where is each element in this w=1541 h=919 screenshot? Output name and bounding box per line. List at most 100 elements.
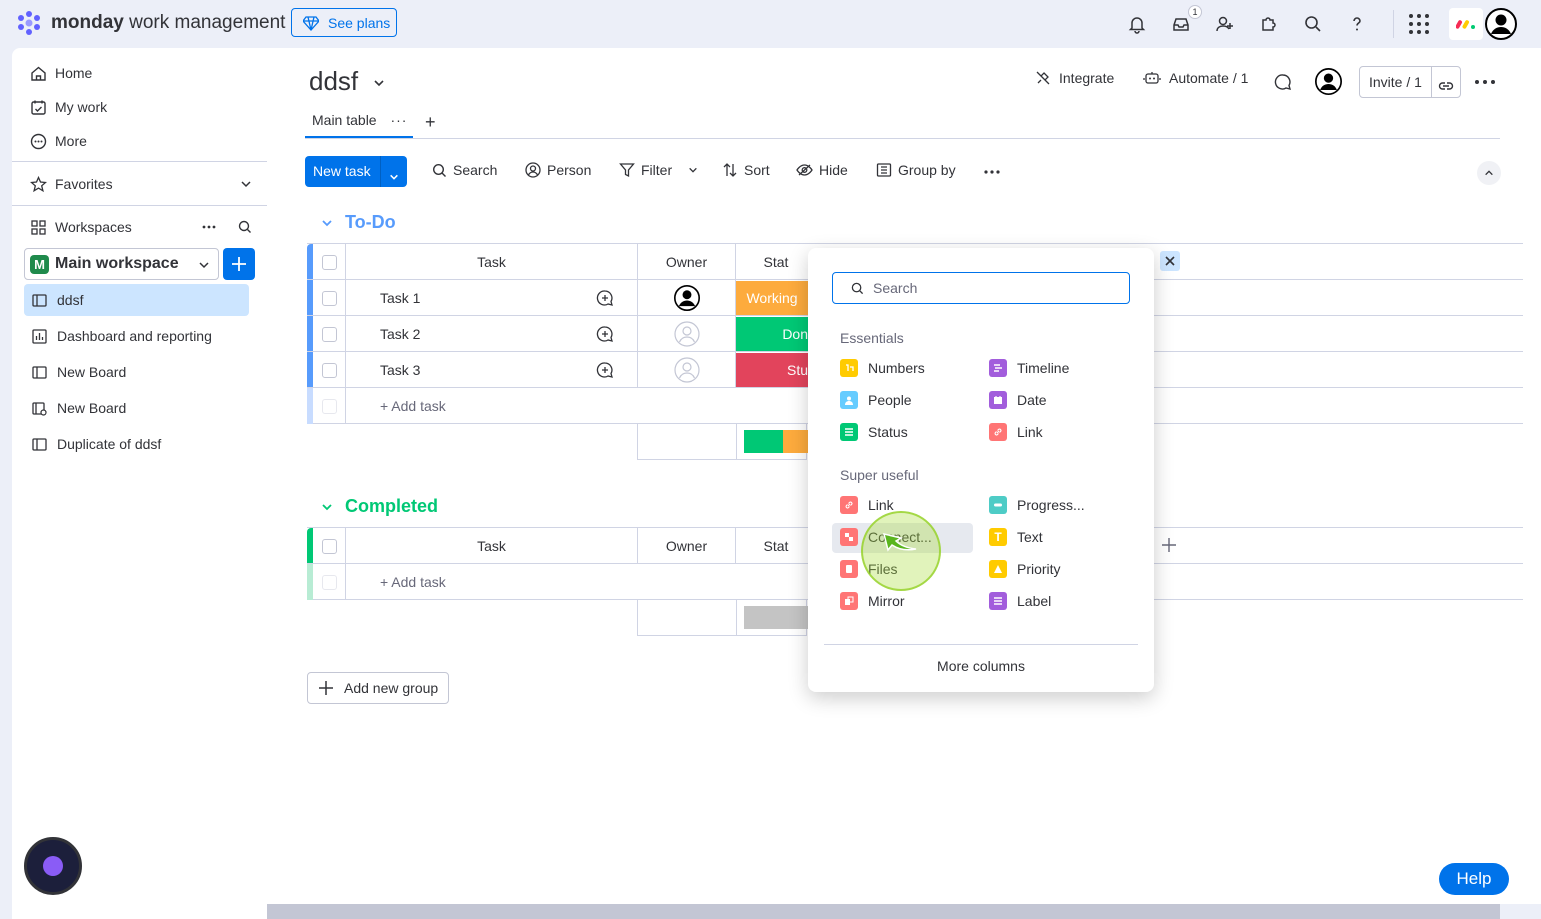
invite-button[interactable]: Invite / 1 bbox=[1359, 66, 1461, 98]
row-checkbox[interactable] bbox=[321, 290, 337, 306]
chevron-down-icon[interactable] bbox=[688, 165, 698, 175]
board-owner-avatar[interactable] bbox=[1315, 68, 1342, 95]
see-plans-button[interactable]: See plans bbox=[291, 8, 397, 37]
sort-button[interactable]: Sort bbox=[722, 162, 770, 178]
chevron-down-icon[interactable] bbox=[381, 162, 407, 182]
help-button[interactable]: Help bbox=[1439, 863, 1509, 895]
integrate-button[interactable]: Integrate bbox=[1035, 70, 1114, 86]
group-by-button[interactable]: Group by bbox=[876, 162, 956, 178]
add-column-plus-icon[interactable] bbox=[1161, 537, 1177, 553]
app-grid-icon[interactable] bbox=[1407, 12, 1431, 36]
monday-logo-icon[interactable] bbox=[16, 10, 42, 36]
column-header-owner[interactable]: Owner bbox=[638, 528, 736, 564]
column-option-link[interactable]: Link bbox=[989, 420, 1043, 444]
link-icon bbox=[840, 496, 858, 514]
bell-icon[interactable] bbox=[1125, 12, 1149, 36]
column-header-status[interactable]: Stat bbox=[736, 528, 816, 564]
sidebar-board-ddsf[interactable]: ddsf bbox=[24, 284, 249, 316]
add-task-input[interactable]: + Add task bbox=[346, 388, 826, 424]
close-column-picker-button[interactable] bbox=[1160, 251, 1180, 271]
monday-product-icon[interactable] bbox=[1449, 8, 1483, 40]
tab-main-table[interactable]: Main table ··· bbox=[312, 112, 407, 128]
workspace-selector[interactable]: M Main workspace bbox=[24, 248, 219, 280]
user-avatar[interactable] bbox=[1485, 8, 1517, 40]
row-checkbox[interactable] bbox=[321, 326, 337, 342]
board-title[interactable]: ddsf bbox=[309, 66, 385, 97]
help-question-icon[interactable] bbox=[1345, 12, 1369, 36]
add-update-icon[interactable] bbox=[573, 316, 638, 352]
sidebar-board-dashboard[interactable]: Dashboard and reporting bbox=[24, 320, 249, 352]
sidebar-item-home[interactable]: Home bbox=[30, 61, 92, 85]
status-cell[interactable]: Don bbox=[736, 317, 808, 351]
sidebar-item-more[interactable]: More bbox=[30, 129, 87, 153]
group-title-completed[interactable]: Completed bbox=[321, 496, 438, 517]
link-icon[interactable] bbox=[1432, 71, 1460, 94]
column-option-mirror[interactable]: Mirror bbox=[840, 589, 905, 613]
summary-row bbox=[637, 424, 808, 460]
search-button[interactable]: Search bbox=[432, 162, 497, 178]
more-dots-icon[interactable]: ··· bbox=[390, 112, 407, 128]
sidebar-board-new-board-2[interactable]: New Board bbox=[24, 392, 249, 424]
add-workspace-item-button[interactable] bbox=[223, 248, 255, 280]
column-search-input[interactable]: Search bbox=[832, 272, 1130, 304]
status-cell[interactable]: Stu bbox=[736, 353, 808, 387]
collapse-header-button[interactable] bbox=[1477, 161, 1501, 185]
add-update-icon[interactable] bbox=[573, 352, 638, 388]
group-title-todo[interactable]: To-Do bbox=[321, 212, 396, 233]
column-option-numbers[interactable]: Numbers bbox=[840, 356, 925, 380]
chevron-down-icon[interactable] bbox=[321, 217, 333, 229]
chevron-down-icon[interactable] bbox=[373, 77, 385, 89]
search-icon[interactable] bbox=[1301, 12, 1325, 36]
empty-owner-avatar-icon[interactable] bbox=[638, 316, 736, 352]
add-update-icon[interactable] bbox=[573, 280, 638, 316]
empty-owner-avatar-icon[interactable] bbox=[638, 352, 736, 388]
people-icon bbox=[840, 391, 858, 409]
sidebar-workspaces[interactable]: Workspaces bbox=[30, 215, 252, 239]
mirror-icon bbox=[840, 592, 858, 610]
updates-chat-icon[interactable] bbox=[1274, 73, 1292, 91]
column-header-task[interactable]: Task bbox=[346, 244, 638, 280]
board-menu-dots-icon[interactable] bbox=[1475, 80, 1495, 84]
sidebar-board-duplicate[interactable]: Duplicate of ddsf bbox=[24, 428, 249, 460]
task-name-cell[interactable]: Task 1 bbox=[346, 280, 573, 316]
assistant-orb-button[interactable] bbox=[24, 837, 82, 895]
invite-member-icon[interactable] bbox=[1213, 12, 1237, 36]
new-task-button[interactable]: New task bbox=[305, 156, 407, 187]
apps-puzzle-icon[interactable] bbox=[1257, 12, 1281, 36]
person-filter-button[interactable]: Person bbox=[525, 162, 591, 178]
column-header-status[interactable]: Stat bbox=[736, 244, 816, 280]
chevron-down-icon[interactable] bbox=[321, 501, 333, 513]
filter-button[interactable]: Filter bbox=[619, 162, 698, 178]
column-option-people[interactable]: People bbox=[840, 388, 912, 412]
add-view-plus-icon[interactable]: + bbox=[425, 112, 436, 133]
sidebar-favorites[interactable]: Favorites bbox=[30, 172, 252, 196]
task-name-cell[interactable]: Task 2 bbox=[346, 316, 573, 352]
sidebar-board-new-board[interactable]: New Board bbox=[24, 356, 249, 388]
sidebar-item-my-work[interactable]: My work bbox=[30, 95, 107, 119]
automate-button[interactable]: Automate / 1 bbox=[1143, 70, 1248, 86]
column-option-date[interactable]: Date bbox=[989, 388, 1047, 412]
column-header-task[interactable]: Task bbox=[346, 528, 638, 564]
horizontal-scrollbar[interactable] bbox=[267, 904, 1500, 919]
column-option-timeline[interactable]: Timeline bbox=[989, 356, 1069, 380]
column-option-status[interactable]: Status bbox=[840, 420, 908, 444]
status-cell[interactable]: Working bbox=[736, 281, 808, 315]
more-dots-icon[interactable] bbox=[202, 225, 216, 229]
column-option-priority[interactable]: Priority bbox=[989, 557, 1061, 581]
more-columns-link[interactable]: More columns bbox=[808, 658, 1154, 674]
column-option-progress[interactable]: Progress... bbox=[989, 493, 1085, 517]
owner-avatar[interactable] bbox=[638, 280, 736, 316]
add-task-input[interactable]: + Add task bbox=[346, 564, 826, 600]
toolbar-more-dots-icon[interactable] bbox=[984, 170, 1000, 174]
task-name-cell[interactable]: Task 3 bbox=[346, 352, 573, 388]
hide-button[interactable]: Hide bbox=[796, 162, 848, 178]
add-new-group-button[interactable]: Add new group bbox=[307, 672, 449, 704]
column-option-label[interactable]: Label bbox=[989, 589, 1051, 613]
text-icon: T bbox=[989, 528, 1007, 546]
column-header-owner[interactable]: Owner bbox=[638, 244, 736, 280]
select-all-checkbox[interactable] bbox=[321, 538, 337, 554]
search-icon[interactable] bbox=[238, 220, 252, 234]
select-all-checkbox[interactable] bbox=[321, 254, 337, 270]
column-option-text[interactable]: T Text bbox=[989, 525, 1043, 549]
row-checkbox[interactable] bbox=[321, 362, 337, 378]
